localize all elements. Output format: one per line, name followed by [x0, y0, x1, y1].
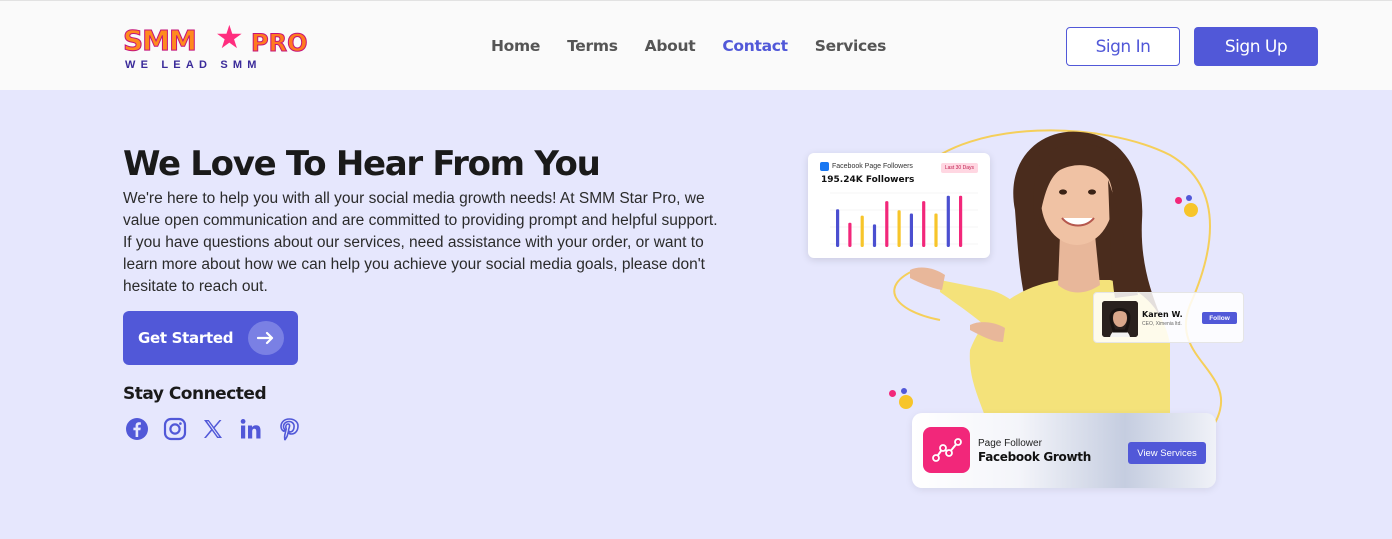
arrow-right-icon: [248, 321, 284, 355]
followers-chart-card: Facebook Page Followers Last 30 Days 195…: [808, 153, 990, 258]
social-links: [124, 416, 301, 441]
date-range-badge: Last 30 Days: [940, 163, 978, 173]
nav-services[interactable]: Services: [815, 37, 887, 55]
chart-bar: [872, 224, 877, 247]
nav-home[interactable]: Home: [491, 37, 540, 55]
decor-dot: [1184, 203, 1198, 217]
chart-bar: [934, 213, 938, 247]
followers-count: 195.24K Followers: [821, 175, 915, 185]
sign-up-button[interactable]: Sign Up: [1194, 27, 1318, 66]
chart-bar: [922, 201, 926, 247]
decor-dot: [1175, 197, 1182, 204]
profile-name: Karen W.: [1142, 310, 1183, 319]
view-services-button[interactable]: View Services: [1128, 442, 1206, 464]
growth-subtitle: Page Follower: [978, 438, 1042, 449]
follow-button[interactable]: Follow: [1202, 312, 1237, 324]
logo-text: SMM: [123, 24, 198, 57]
nav-contact[interactable]: Contact: [722, 37, 788, 55]
profile-role: CEO, Ximenia ltd.: [1142, 321, 1182, 327]
facebook-icon[interactable]: [124, 416, 149, 441]
site-header: SMM ★ PRO WE LEAD SMM Home Terms About C…: [0, 0, 1392, 90]
instagram-icon[interactable]: [162, 416, 187, 441]
growth-title: Facebook Growth: [978, 450, 1091, 464]
stay-connected-heading: Stay Connected: [123, 384, 267, 404]
decor-dot: [899, 395, 913, 409]
linkedin-icon[interactable]: [238, 416, 263, 441]
profile-card: Karen W. CEO, Ximenia ltd. Follow: [1093, 292, 1244, 343]
hero-description: We're here to help you with all your soc…: [123, 190, 718, 295]
sign-in-button[interactable]: Sign In: [1066, 27, 1180, 66]
chart-bar: [885, 201, 889, 247]
nav-about[interactable]: About: [645, 37, 696, 55]
chart-bar: [909, 213, 913, 247]
logo-star-icon: ★: [215, 19, 244, 55]
x-icon[interactable]: [200, 416, 225, 441]
decor-dot: [1186, 195, 1192, 201]
decor-dot: [889, 390, 896, 397]
logo[interactable]: SMM ★ PRO WE LEAD SMM: [123, 21, 308, 73]
facebook-icon: [820, 162, 829, 171]
chart-card-title: Facebook Page Followers: [820, 162, 913, 171]
growth-chart-icon: [923, 427, 970, 473]
chart-bar: [836, 209, 840, 247]
chart-bar: [946, 195, 950, 247]
avatar: [1102, 301, 1138, 337]
followers-bar-chart: [830, 192, 978, 247]
chart-bar: [897, 210, 901, 247]
pinterest-icon[interactable]: [276, 416, 301, 441]
chart-bar: [860, 215, 864, 247]
get-started-button[interactable]: Get Started: [123, 311, 298, 365]
get-started-label: Get Started: [138, 329, 234, 347]
chart-bar: [959, 195, 963, 247]
chart-bar: [848, 222, 852, 247]
logo-tagline: WE LEAD SMM: [125, 59, 262, 71]
nav-terms[interactable]: Terms: [567, 37, 618, 55]
main-nav: Home Terms About Contact Services: [491, 37, 913, 55]
page-title: We Love To Hear From You: [123, 144, 601, 184]
logo-pro-text: PRO: [250, 29, 308, 57]
growth-card: Page Follower Facebook Growth View Servi…: [912, 413, 1216, 488]
decor-dot: [901, 388, 907, 394]
